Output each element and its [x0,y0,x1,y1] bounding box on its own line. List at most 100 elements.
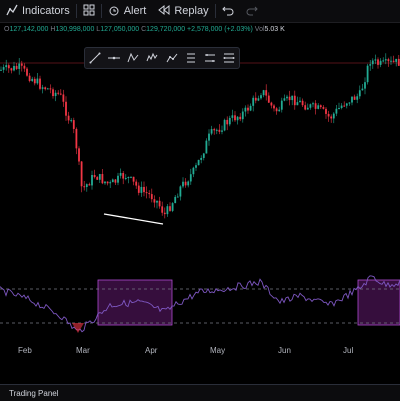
candle [218,129,221,132]
candle [143,186,145,193]
candle [356,96,359,100]
candle [283,98,286,101]
candle [15,65,18,69]
candle [369,64,372,66]
candle [366,65,369,83]
trading-panel-bar[interactable]: Trading Panel [0,384,400,401]
candle [384,59,387,61]
candle [213,129,216,131]
candle [41,87,44,89]
indicators-icon [6,4,18,19]
time-axis-label: Apr [145,346,158,355]
volume-key: Vol [254,26,265,33]
candle [187,181,190,186]
candle [117,175,119,183]
candle [49,88,52,90]
path-tool-icon[interactable] [164,50,180,66]
candle [392,60,395,62]
candle [83,186,86,188]
candle [288,96,291,101]
candle [254,97,257,101]
candle [223,119,226,131]
candle [13,65,15,71]
candle [124,177,127,179]
candle [322,107,325,109]
candle [80,161,83,187]
candle [20,63,23,66]
candle [189,174,192,182]
trendline-tool-icon[interactable] [87,50,103,66]
candle [353,96,356,100]
candle [345,103,348,106]
candle [195,165,197,168]
candle [176,196,179,198]
candle [371,60,374,65]
candle [91,175,93,186]
candle [270,102,273,106]
parallel-channel-tool-icon[interactable] [221,50,237,66]
close-value: 129,720,000 [146,26,186,33]
candle [78,148,80,162]
candle [145,192,148,194]
candle [348,102,351,104]
candle [150,194,153,200]
candle [340,105,343,109]
candle [262,90,265,96]
candle [397,58,400,66]
candle [275,108,278,112]
candle [65,101,67,116]
layouts-button[interactable] [77,0,101,22]
candle [210,129,213,134]
candle [234,115,236,121]
time-axis-label: Jun [278,346,291,355]
wave-pattern-tool-icon[interactable] [144,50,160,66]
candle [182,181,184,187]
candle [23,65,26,69]
candle [351,96,353,103]
indicators-button[interactable]: Indicators [0,0,76,22]
candle [109,182,112,184]
undo-button[interactable] [216,0,240,22]
candle [202,153,205,158]
candle [174,196,177,204]
candle [226,119,229,125]
candle [395,58,398,62]
candle [361,88,364,91]
replay-label: Replay [174,5,209,17]
candle [221,130,223,132]
volume-value: 5.03 K [264,26,285,33]
replay-button[interactable]: Replay [152,0,214,22]
candle [236,116,239,121]
candle [161,206,164,213]
alert-label: Alert [123,5,147,17]
triangle-pattern-tool-icon[interactable] [125,50,141,66]
candle [338,108,340,110]
candle [273,105,275,109]
horizontal-line-tool-icon[interactable] [106,50,122,66]
redo-button[interactable] [240,0,264,22]
candle [0,69,2,71]
candle [163,212,166,215]
candle [46,88,49,90]
candle [343,105,346,107]
candle [85,184,88,188]
alert-button[interactable]: Alert [102,0,153,22]
candle [379,60,382,65]
candle [59,93,62,95]
candle [205,140,208,154]
candle [72,120,75,129]
candle [5,65,8,68]
price-chart[interactable] [0,40,400,342]
candle [267,95,270,103]
candle [296,102,299,106]
candle [31,78,34,82]
candle [62,94,65,102]
candle [301,100,304,106]
fib-retracement-tool-icon[interactable] [183,50,199,66]
trading-panel-label: Trading Panel [9,389,59,398]
candle [260,95,262,99]
candle [130,176,132,178]
fib-extension-tool-icon[interactable] [202,50,218,66]
candle [358,90,361,97]
candle [252,97,255,106]
